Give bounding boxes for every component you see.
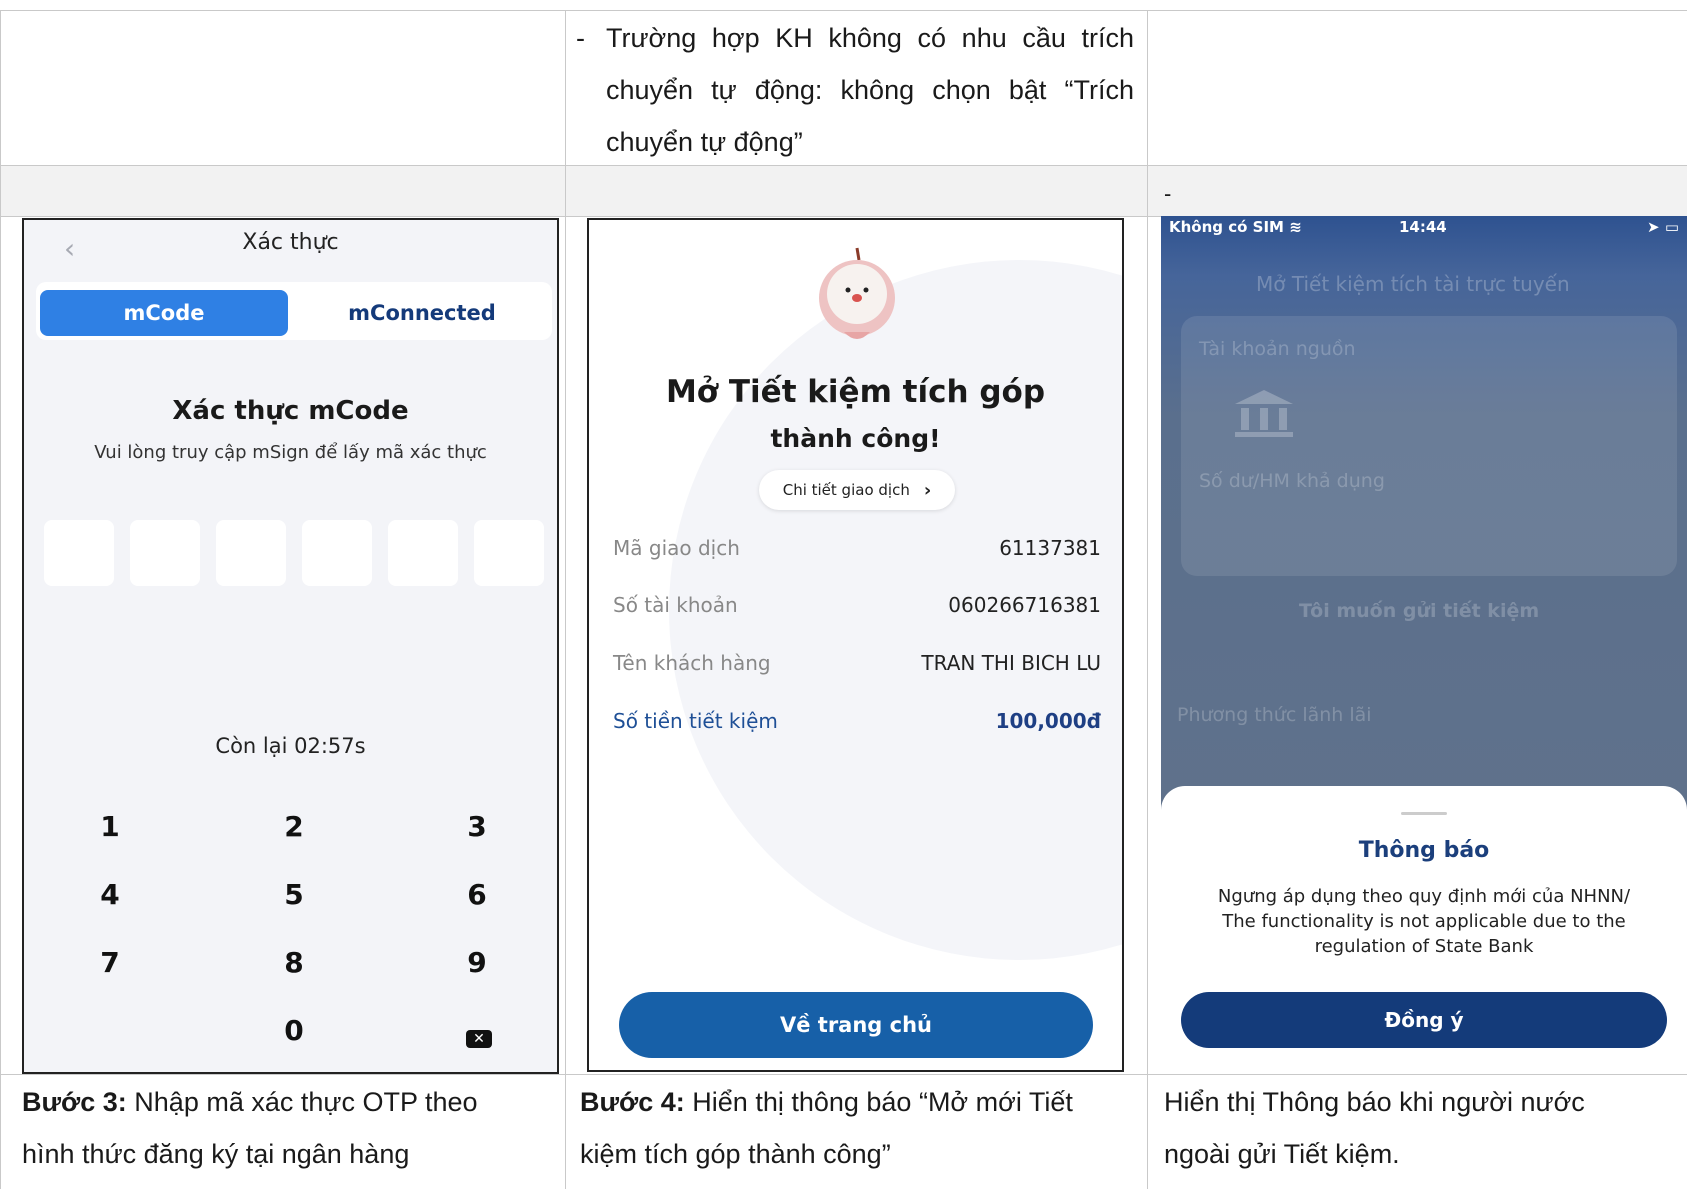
key-5[interactable]: 5 <box>264 878 324 911</box>
mascot-icon <box>819 247 895 339</box>
otp-subtitle: Vui lòng truy cập mSign để lấy mã xác th… <box>94 442 487 463</box>
screen-title: Xác thực <box>242 230 339 255</box>
success-screen: Mở Tiết kiệm tích góp thành công! Chi ti… <box>587 218 1124 1072</box>
info-value: 100,000đ <box>995 709 1101 733</box>
info-value: TRAN THI BICH LU <box>921 651 1101 675</box>
modal-message-line: The functionality is not applicable due … <box>1222 911 1626 932</box>
home-button[interactable]: Về trang chủ <box>619 992 1093 1058</box>
success-title: Mở Tiết kiệm tích góp <box>665 374 1046 410</box>
grid-line <box>0 1074 1687 1075</box>
note-line-1: Trường hợp KH không có nhu cầu trích <box>606 23 1134 53</box>
bank-icon <box>1235 390 1293 437</box>
key-8[interactable]: 8 <box>264 946 324 979</box>
grid-line <box>565 10 566 1189</box>
backspace-icon[interactable]: ✕ <box>466 1030 492 1048</box>
caption-step-3: Bước 3: Nhập mã xác thực OTP theo <box>22 1076 478 1128</box>
grid-line <box>1147 10 1148 1189</box>
otp-screen: ‹ Xác thực mCode mConnected Xác thực mCo… <box>22 218 559 1074</box>
modal-message-line: Ngưng áp dụng theo quy định mới của NHNN… <box>1217 886 1631 907</box>
carrier-label: Không có SIM <box>1169 218 1284 236</box>
caption-col-3-line-1: Hiển thị Thông báo khi người nước <box>1164 1087 1585 1117</box>
key-1[interactable]: 1 <box>80 810 140 843</box>
wifi-icon: ≋ <box>1289 218 1302 236</box>
otp-digit-box[interactable] <box>216 520 286 586</box>
battery-icon: ➤ ▭ <box>1647 218 1679 236</box>
agree-button[interactable]: Đồng ý <box>1181 992 1667 1048</box>
key-0[interactable]: 0 <box>264 1014 324 1047</box>
tab-mconnected[interactable]: mConnected <box>298 290 546 336</box>
caption-step-4: Bước 4: Hiển thị thông báo “Mở mới Tiết <box>580 1076 1073 1128</box>
otp-digit-box[interactable] <box>130 520 200 586</box>
note-line-3: chuyển tự động” <box>606 127 803 157</box>
step-label: Bước 4: <box>580 1087 685 1117</box>
drag-handle[interactable] <box>1401 812 1447 815</box>
success-subtitle: thành công! <box>770 424 941 453</box>
gray-spacer-row <box>0 166 1687 216</box>
info-value: 61137381 <box>999 536 1101 560</box>
deposit-label: Tôi muốn gửi tiết kiệm <box>1299 600 1540 622</box>
notice-modal: Thông báo Ngưng áp dụng theo quy định mớ… <box>1161 786 1687 1060</box>
key-3[interactable]: 3 <box>447 810 507 843</box>
interest-method-label: Phương thức lãnh lãi <box>1177 704 1372 726</box>
notice-screen: Không có SIM ≋ 14:44 ➤ ▭ Mở Tiết kiệm tí… <box>1161 216 1687 1060</box>
otp-digit-box[interactable] <box>302 520 372 586</box>
grid-line <box>0 10 1 1189</box>
info-label: Mã giao dịch <box>613 536 740 560</box>
info-label: Số tiền tiết kiệm <box>613 709 778 733</box>
key-4[interactable]: 4 <box>80 878 140 911</box>
tab-mcode[interactable]: mCode <box>40 290 288 336</box>
otp-heading: Xác thực mCode <box>172 396 409 426</box>
note-bullet: - <box>576 23 585 53</box>
step-label: Bước 3: <box>22 1087 127 1117</box>
key-2[interactable]: 2 <box>264 810 324 843</box>
info-label: Số tài khoản <box>613 593 738 617</box>
caption-text: Hiển thị thông báo “Mở mới Tiết <box>684 1087 1073 1117</box>
grid-line <box>0 10 1687 11</box>
countdown-timer: Còn lại 02:57s <box>215 734 366 758</box>
key-9[interactable]: 9 <box>447 946 507 979</box>
modal-message: Ngưng áp dụng theo quy định mới của NHNN… <box>1171 884 1677 959</box>
nav-title: Mở Tiết kiệm tích tài trực tuyến <box>1256 272 1570 296</box>
caption-step-4-line-2: kiệm tích góp thành công” <box>580 1139 891 1169</box>
modal-title: Thông báo <box>1358 838 1490 863</box>
otp-digit-box[interactable] <box>388 520 458 586</box>
chevron-right-icon: › <box>923 479 932 501</box>
caption-step-3-line-2: hình thức đăng ký tại ngân hàng <box>22 1139 410 1169</box>
caption-text: Nhập mã xác thực OTP theo <box>126 1087 478 1117</box>
status-time: 14:44 <box>1399 218 1447 236</box>
otp-digit-box[interactable] <box>474 520 544 586</box>
source-account-label: Tài khoản nguồn <box>1199 338 1356 360</box>
balance-label: Số dư/HM khả dụng <box>1199 470 1385 492</box>
transaction-detail-button[interactable]: Chi tiết giao dịch › <box>759 470 955 510</box>
status-bar: Không có SIM ≋ 14:44 ➤ ▭ <box>1169 218 1679 236</box>
transaction-detail-label: Chi tiết giao dịch <box>782 481 910 499</box>
modal-message-line: regulation of State Bank <box>1314 936 1534 957</box>
grid-line <box>0 165 1687 166</box>
info-label: Tên khách hàng <box>613 651 771 675</box>
info-value: 060266716381 <box>948 593 1101 617</box>
key-7[interactable]: 7 <box>80 946 140 979</box>
note-line-2: chuyển tự động: không chọn bật “Trích <box>606 75 1134 105</box>
gray-row-dash: - <box>1164 181 1172 206</box>
caption-col-3-line-2: ngoài gửi Tiết kiệm. <box>1164 1139 1400 1169</box>
otp-digit-box[interactable] <box>44 520 114 586</box>
key-6[interactable]: 6 <box>447 878 507 911</box>
